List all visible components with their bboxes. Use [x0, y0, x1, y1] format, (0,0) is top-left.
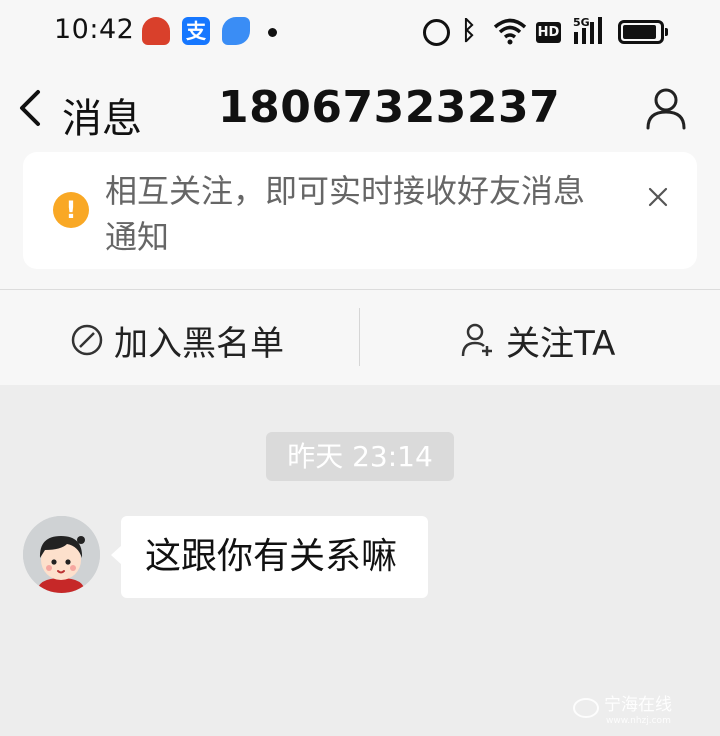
follow-label: 关注TA [506, 323, 616, 364]
taobao-app-icon [142, 17, 170, 45]
feather-app-icon [222, 17, 250, 45]
status-time: 10:42 [54, 14, 135, 45]
action-separator [359, 308, 360, 366]
hd-badge: HD [536, 22, 561, 43]
notification-dot-icon [268, 28, 277, 37]
follow-button[interactable]: 关注TA [460, 300, 615, 380]
page-title: 18067323237 [218, 82, 561, 133]
watermark-logo: 宁海在线 www.nhzj.com [572, 690, 708, 726]
status-bar: 10:42 支 ᛒ HD 5G [0, 0, 720, 64]
alarm-icon [423, 19, 450, 46]
watermark-icon: 宁海在线 www.nhzj.com [573, 695, 672, 726]
follow-notice-banner: ! 相互关注，即可实时接收好友消息通知 [23, 152, 697, 269]
add-user-icon [461, 323, 492, 357]
notice-text: 相互关注，即可实时接收好友消息通知 [105, 172, 586, 256]
bluetooth-icon: ᛒ [461, 16, 477, 46]
back-arrow-icon[interactable] [16, 88, 46, 128]
network-type: 5G [573, 16, 590, 29]
cartoon-avatar-icon [23, 516, 100, 593]
nav-bar: 消息 18067323237 [0, 70, 720, 148]
message-timestamp: 昨天 23:14 [266, 432, 454, 481]
user-profile-icon[interactable] [644, 86, 688, 130]
divider [0, 289, 720, 290]
block-icon [71, 324, 103, 356]
battery-icon [618, 20, 668, 44]
avatar[interactable] [23, 516, 100, 593]
message-bubble[interactable]: 这跟你有关系嘛 [110, 516, 429, 598]
back-label[interactable]: 消息 [62, 86, 142, 144]
signal-5g-icon: 5G [573, 16, 602, 44]
alipay-app-icon: 支 [182, 17, 210, 45]
watermark-text: 宁海在线 [604, 695, 672, 715]
add-to-blacklist-button[interactable]: 加入黑名单 [70, 300, 284, 380]
close-icon[interactable] [643, 182, 673, 212]
wifi-icon [493, 18, 527, 45]
block-label: 加入黑名单 [114, 323, 284, 364]
warning-icon: ! [53, 192, 89, 228]
watermark-url: www.nhzj.com [606, 716, 671, 726]
